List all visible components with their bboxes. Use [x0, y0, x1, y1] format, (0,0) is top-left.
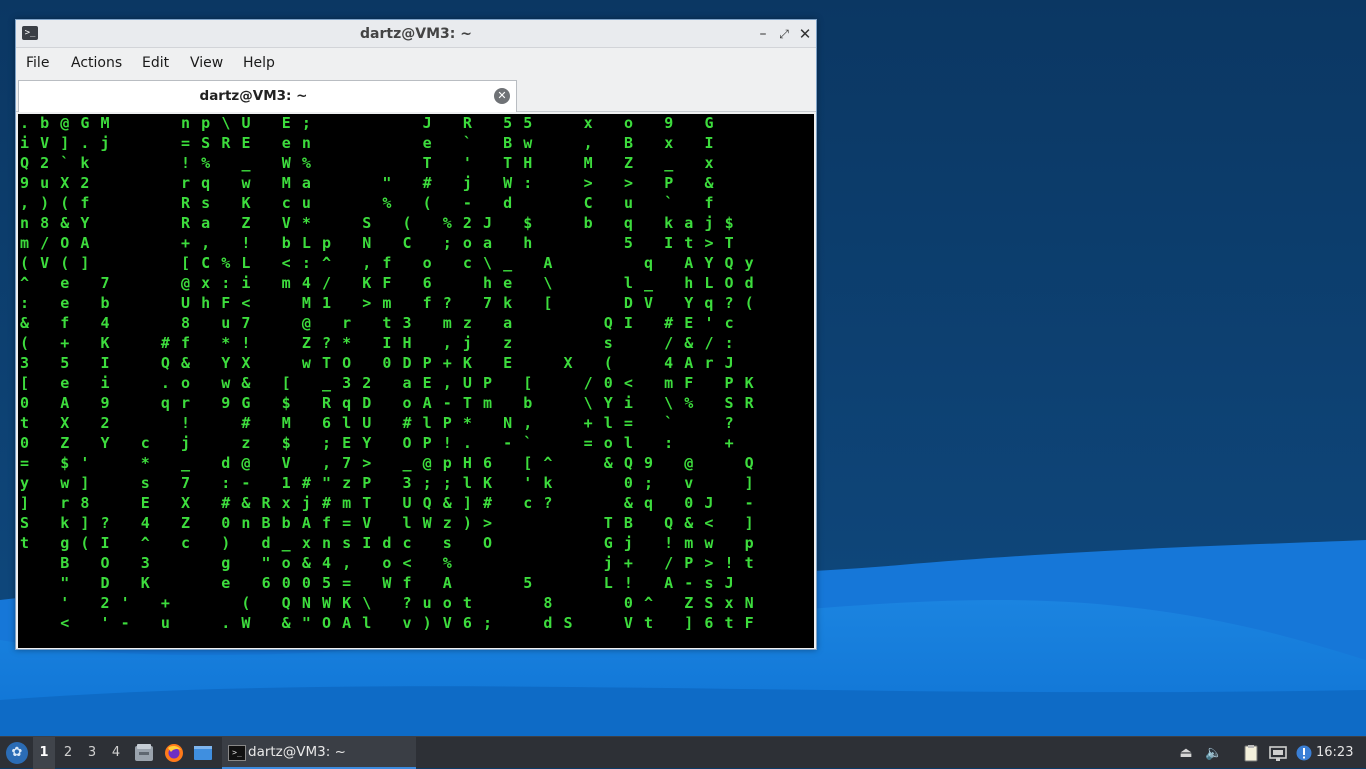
menu-actions[interactable]: Actions — [71, 48, 122, 78]
eject-icon[interactable]: ⏏ — [1177, 744, 1195, 762]
terminal-line: i V ] . j = S R E e n e ` B w , B x I — [20, 134, 714, 152]
terminal-line: , ) ( f R s K c u % ( - d C u ` f — [20, 194, 714, 212]
terminal-line: < ' - u . W & " O A l v ) V 6 ; d S V t … — [20, 614, 754, 632]
terminal-icon: >_ — [228, 745, 246, 761]
lubuntu-menu-icon[interactable]: ✿ — [6, 742, 28, 764]
terminal-output[interactable]: . b @ G M n p \ U E ; J R 5 5 x o 9 G i V… — [18, 114, 814, 648]
menu-view[interactable]: View — [190, 48, 223, 78]
window-title: dartz@VM3: ~ — [360, 26, 472, 42]
terminal-line: t g ( I ^ c ) d _ x n s I d c s O G j ! … — [20, 534, 754, 552]
terminal-line: 0 A 9 q r 9 G $ R q D o A - T m b \ Y i … — [20, 394, 755, 412]
task-label: dartz@VM3: ~ — [248, 744, 346, 760]
close-icon[interactable]: ✕ — [794, 20, 816, 48]
terminal-line: = $ ' * _ d @ V , 7 > _ @ p H 6 [ ^ & Q … — [20, 454, 754, 472]
volume-icon[interactable]: 🔈 — [1205, 744, 1223, 762]
terminal-line: Q 2 ` k ! % _ W % T ' T H M Z _ x — [20, 154, 714, 172]
terminal-line: & f 4 8 u 7 @ r t 3 m z a Q I # E ' c — [20, 314, 734, 332]
network-icon[interactable] — [1269, 744, 1287, 762]
update-notifier-icon[interactable] — [1295, 744, 1313, 762]
workspace-2[interactable]: 2 — [57, 737, 79, 769]
menu-help[interactable]: Help — [243, 48, 275, 78]
terminal-line: 3 5 I Q & Y X w T O 0 D P + K E X ( 4 A … — [20, 354, 734, 372]
terminal-line: " D K e 6 0 0 5 = W f A 5 L ! A - s J — [20, 574, 734, 592]
clock: 16:23 — [1316, 745, 1354, 760]
terminal-line: ' 2 ' + ( Q N W K \ ? u o t 8 0 ^ Z S x … — [20, 594, 754, 612]
terminal-window: >_ dartz@VM3: ~ – ⤢ ✕ File Actions Edit … — [15, 19, 817, 650]
tab-bar: dartz@VM3: ~ ✕ — [16, 78, 816, 112]
maximize-icon[interactable]: ⤢ — [773, 20, 795, 48]
file-manager-icon[interactable] — [134, 743, 154, 763]
terminal-line: [ e i . o w & [ _ 3 2 a E , U P [ / 0 < … — [20, 374, 754, 392]
taskbar: ✿ 1 2 3 4 >_ dartz@VM3: ~ ⏏ 🔈 16:23 — [0, 736, 1366, 769]
menubar: File Actions Edit View Help — [16, 48, 816, 78]
workspace-3[interactable]: 3 — [81, 737, 103, 769]
terminal-line: ^ e 7 @ x : i m 4 / K F 6 h e \ l _ h L … — [20, 274, 754, 292]
terminal-line: . b @ G M n p \ U E ; J R 5 5 x o 9 G — [20, 114, 714, 132]
terminal-line: ( V ( ] [ C % L < : ^ , f o c \ _ A q A … — [20, 254, 754, 272]
taskbar-task-terminal[interactable]: >_ dartz@VM3: ~ — [222, 737, 416, 769]
terminal-line: : e b U h F < M 1 > m f ? 7 k [ D V Y q … — [20, 294, 754, 312]
terminal-line: S k ] ? 4 Z 0 n B b A f = V l W z ) > T … — [20, 514, 754, 532]
terminal-line: ] r 8 E X # & R x j # m T U Q & ] # c ? … — [20, 494, 754, 512]
workspace-1[interactable]: 1 — [33, 737, 55, 769]
terminal-line: n 8 & Y R a Z V * S ( % 2 J $ b q k a j … — [20, 214, 734, 232]
terminal-line: y w ] s 7 : - 1 # " z P 3 ; ; l K ' k 0 … — [20, 474, 754, 492]
terminal-line: 9 u X 2 r q w M a " # j W : > > P & — [20, 174, 714, 192]
tab-terminal[interactable]: dartz@VM3: ~ ✕ — [18, 80, 517, 112]
menu-edit[interactable]: Edit — [142, 48, 169, 78]
terminal-line: ( + K # f * ! Z ? * I H , j z s / & / : — [20, 334, 734, 352]
workspace-4[interactable]: 4 — [105, 737, 127, 769]
terminal-line: 0 Z Y c j z $ ; E Y O P ! . - ` = o l : … — [20, 434, 734, 452]
terminal-line: B O 3 g " o & 4 , o < % j + / P > ! t — [20, 554, 754, 572]
clipboard-icon[interactable] — [1242, 744, 1260, 762]
window-titlebar[interactable]: >_ dartz@VM3: ~ – ⤢ ✕ — [16, 20, 816, 48]
close-tab-icon[interactable]: ✕ — [494, 88, 510, 104]
show-desktop-icon[interactable] — [193, 743, 213, 763]
firefox-icon[interactable] — [164, 743, 184, 763]
terminal-line: m / O A + , ! b L p N C ; o a h 5 I t > … — [20, 234, 734, 252]
terminal-line: t X 2 ! # M 6 l U # l P * N , + l = ` ? — [20, 414, 734, 432]
minimize-icon[interactable]: – — [752, 20, 774, 48]
menu-file[interactable]: File — [26, 48, 49, 78]
tab-label: dartz@VM3: ~ — [199, 88, 308, 104]
